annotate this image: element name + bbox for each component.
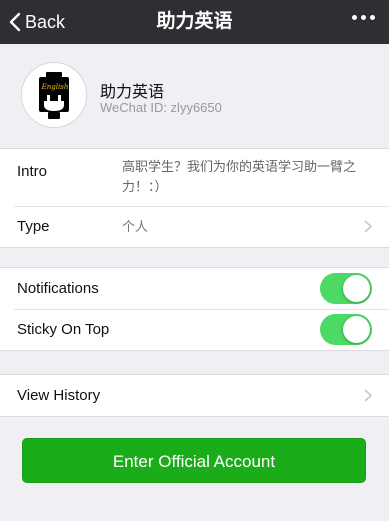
- notifications-label: Notifications: [17, 280, 99, 297]
- chevron-right-icon: [364, 220, 373, 238]
- intro-row: Intro 高职学生？我们为你的英语学习助一臂之 力！：）: [0, 149, 389, 206]
- sticky-row: Sticky On Top: [0, 309, 389, 350]
- type-row[interactable]: Type 个人: [0, 206, 389, 247]
- intro-label: Intro: [17, 163, 48, 180]
- notifications-toggle[interactable]: [320, 273, 372, 304]
- sticky-toggle[interactable]: [320, 314, 372, 345]
- type-value: 个人: [122, 219, 149, 234]
- intro-text: 高职学生？我们为你的英语学习助一臂之 力！：）: [122, 157, 356, 197]
- toggle-knob: [343, 275, 370, 302]
- navigation-bar: Back 助力英语: [0, 0, 389, 44]
- notifications-row: Notifications: [0, 268, 389, 309]
- enter-official-account-button[interactable]: Enter Official Account: [22, 438, 366, 483]
- sticky-label: Sticky On Top: [17, 321, 110, 338]
- history-group: View History: [0, 374, 389, 417]
- intro-line-2: 力！：）: [122, 179, 168, 194]
- view-history-row[interactable]: View History: [0, 375, 389, 416]
- info-group: Intro 高职学生？我们为你的英语学习助一臂之 力！：） Type 个人: [0, 148, 389, 248]
- toggle-knob: [343, 316, 370, 343]
- wechat-id: WeChat ID: zlyy6650: [100, 100, 222, 115]
- profile-header: English 助力英语 WeChat ID: zlyy6650: [0, 44, 389, 148]
- back-label: Back: [25, 11, 66, 32]
- avatar-text: English: [41, 83, 69, 91]
- settings-group: Notifications Sticky On Top: [0, 267, 389, 351]
- chevron-left-icon: [9, 12, 21, 32]
- chevron-right-icon: [364, 389, 373, 407]
- type-label: Type: [17, 218, 50, 235]
- intro-line-1: 高职学生？我们为你的英语学习助一臂之: [122, 159, 357, 174]
- more-dots-icon[interactable]: [352, 15, 375, 20]
- account-name: 助力英语: [100, 84, 165, 101]
- view-history-label: View History: [17, 387, 101, 404]
- back-button[interactable]: Back: [9, 0, 65, 44]
- avatar: English: [21, 62, 87, 128]
